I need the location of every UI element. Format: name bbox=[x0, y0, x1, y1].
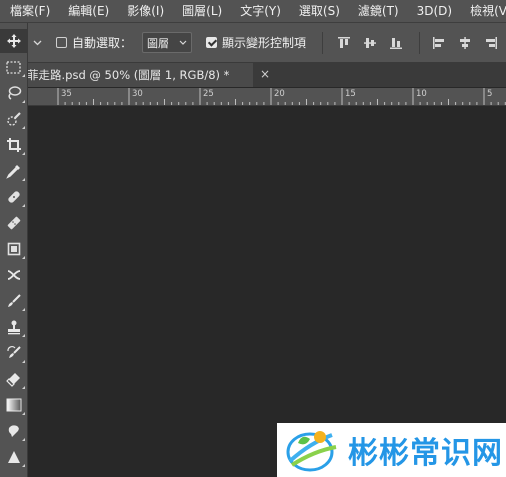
clone-stamp-tool[interactable] bbox=[0, 315, 27, 339]
gradient-tool[interactable] bbox=[0, 393, 27, 417]
sharpen-tool[interactable] bbox=[0, 445, 27, 469]
lasso-icon bbox=[7, 86, 21, 100]
patch-tool[interactable] bbox=[0, 237, 27, 261]
menu-3d[interactable]: 3D(D) bbox=[407, 0, 460, 22]
eraser-icon bbox=[5, 373, 20, 387]
brush-icon bbox=[7, 294, 21, 307]
align-top-edges-button[interactable] bbox=[333, 32, 355, 54]
ruler-ticks bbox=[57, 88, 506, 105]
watermark-logo-icon bbox=[286, 431, 337, 472]
show-transform-controls-checkbox[interactable] bbox=[206, 37, 218, 48]
stamp-icon bbox=[7, 320, 20, 335]
menu-type[interactable]: 文字(Y) bbox=[230, 0, 289, 22]
ruler-label: 20 bbox=[274, 89, 285, 99]
align-left-icon bbox=[433, 36, 445, 49]
align-top-icon bbox=[338, 36, 351, 48]
chevron-down-icon[interactable] bbox=[26, 40, 48, 46]
auto-select-checkbox[interactable] bbox=[56, 37, 67, 48]
menu-filter[interactable]: 濾鏡(T) bbox=[348, 0, 407, 22]
menu-layer[interactable]: 圖層(L) bbox=[172, 0, 230, 22]
lasso-tool[interactable] bbox=[0, 81, 27, 105]
marquee-tool[interactable] bbox=[0, 55, 27, 79]
menu-select[interactable]: 選取(S) bbox=[289, 0, 348, 22]
eraser-tool[interactable] bbox=[0, 367, 27, 391]
bandage-icon bbox=[7, 191, 20, 203]
show-transform-controls-label: 顯示變形控制項 bbox=[222, 36, 307, 50]
chevron-down-icon bbox=[179, 40, 187, 45]
document-tab-title: 菲走路.psd @ 50% (圖層 1, RGB/8) * bbox=[27, 68, 230, 82]
eyedropper-icon bbox=[5, 165, 20, 179]
align-vcenter-icon bbox=[364, 37, 377, 48]
history-brush-tool[interactable] bbox=[0, 341, 27, 365]
document-tab-bar: 菲走路.psd @ 50% (圖層 1, RGB/8) * × bbox=[27, 63, 506, 87]
close-icon[interactable]: × bbox=[260, 67, 270, 81]
history-brush-icon bbox=[6, 346, 21, 358]
align-bottom-edges-button[interactable] bbox=[385, 32, 407, 54]
ruler-label: 5 bbox=[487, 89, 493, 99]
divider bbox=[322, 31, 324, 54]
watermark-text: 彬彬常识网 bbox=[348, 436, 503, 471]
spot-healing-tool[interactable] bbox=[0, 185, 27, 209]
healing-tool[interactable] bbox=[0, 211, 27, 235]
ruler-label: 10 bbox=[416, 89, 427, 99]
crop-icon bbox=[6, 138, 21, 152]
rect-marquee-icon bbox=[6, 60, 21, 74]
gradient-icon bbox=[6, 398, 21, 412]
patch-icon bbox=[7, 242, 20, 256]
auto-select-target-value: 圖層 bbox=[147, 36, 170, 50]
move-icon bbox=[6, 34, 21, 48]
align-left-edges-button[interactable] bbox=[428, 32, 450, 54]
menu-edit[interactable]: 編輯(E) bbox=[58, 0, 117, 22]
smudge-icon bbox=[8, 425, 19, 437]
align-right-edges-button[interactable] bbox=[480, 32, 502, 54]
canvas-area[interactable] bbox=[28, 106, 506, 477]
auto-select-target-dropdown[interactable]: 圖層 bbox=[142, 32, 193, 53]
crop-tool[interactable] bbox=[0, 133, 27, 157]
content-aware-move-icon bbox=[7, 270, 20, 280]
align-hcenter-icon bbox=[460, 36, 471, 49]
horizontal-ruler: 35 30 25 20 15 10 5 bbox=[27, 88, 506, 106]
ruler-label: 25 bbox=[203, 89, 214, 99]
move-tool[interactable] bbox=[0, 29, 27, 53]
options-bar: 自動選取： 圖層 顯示變形控制項 bbox=[0, 23, 506, 63]
quick-select-tool[interactable] bbox=[0, 107, 27, 131]
align-horizontal-centers-button[interactable] bbox=[454, 32, 476, 54]
tools-panel bbox=[0, 23, 28, 477]
menu-view[interactable]: 檢視(V) bbox=[460, 0, 506, 22]
bandage-alt-icon bbox=[7, 216, 20, 230]
brush-tool[interactable] bbox=[0, 289, 27, 313]
align-bottom-icon bbox=[390, 37, 403, 49]
watermark: 彬彬常识网 bbox=[277, 423, 506, 477]
menu-file[interactable]: 檔案(F) bbox=[0, 0, 58, 22]
auto-select-label: 自動選取： bbox=[72, 36, 133, 50]
smudge-tool[interactable] bbox=[0, 419, 27, 443]
menu-image[interactable]: 影像(I) bbox=[117, 0, 172, 22]
eyedropper-tool[interactable] bbox=[0, 159, 27, 183]
quick-select-icon bbox=[6, 112, 21, 126]
menu-bar: 檔案(F) 編輯(E) 影像(I) 圖層(L) 文字(Y) 選取(S) 濾鏡(T… bbox=[0, 0, 506, 23]
divider bbox=[419, 31, 421, 54]
align-right-icon bbox=[486, 36, 498, 49]
ruler-label: 30 bbox=[132, 89, 143, 99]
ruler-label: 35 bbox=[61, 89, 72, 99]
ruler-label: 15 bbox=[345, 89, 356, 99]
document-tab[interactable]: 菲走路.psd @ 50% (圖層 1, RGB/8) * bbox=[27, 63, 253, 87]
triangle-icon bbox=[7, 451, 20, 463]
content-aware-move-tool[interactable] bbox=[0, 263, 27, 287]
align-vertical-centers-button[interactable] bbox=[359, 32, 381, 54]
